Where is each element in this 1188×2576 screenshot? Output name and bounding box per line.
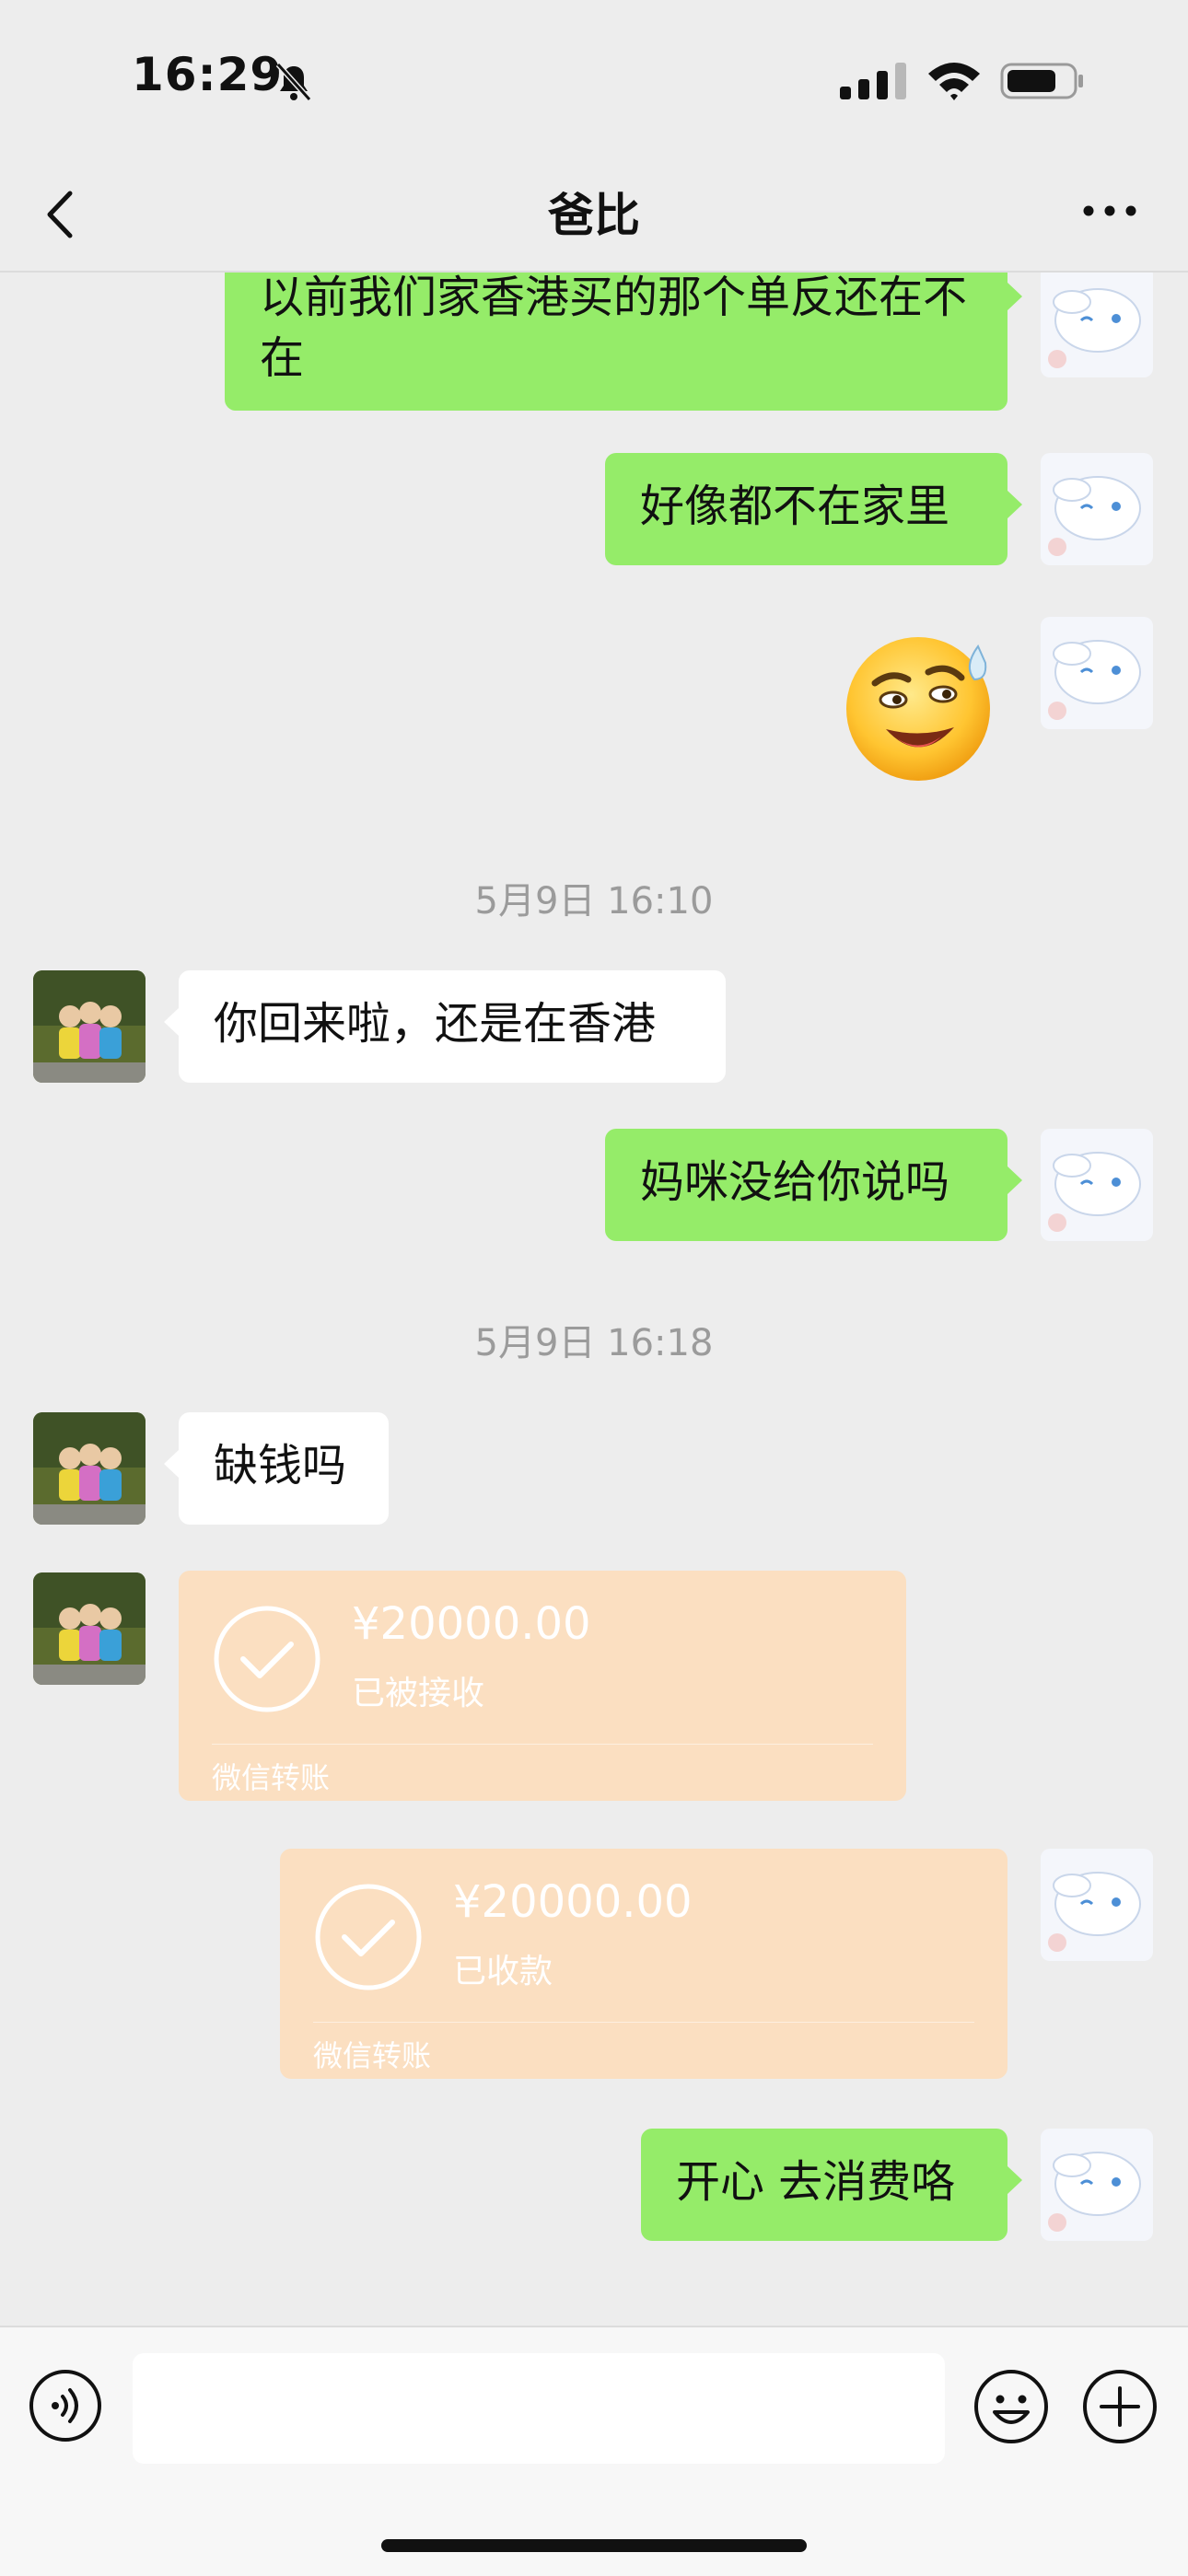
- voice-icon[interactable]: [28, 2368, 103, 2443]
- message-bubble-sent[interactable]: 开心 去消费咯: [641, 2129, 1022, 2241]
- message-text: 好像都不在家里: [640, 481, 950, 532]
- bell-muted-icon: [275, 62, 312, 102]
- check-circle-icon: [214, 1606, 320, 1712]
- chat-header: 爸比: [0, 157, 1188, 273]
- message-bubble-received[interactable]: 你回来啦，还是在香港: [164, 970, 726, 1083]
- transfer-card[interactable]: ¥20000.00 已被接收 微信转账: [179, 1571, 906, 1801]
- home-indicator: [381, 2539, 807, 2552]
- status-time: 16:29: [132, 48, 284, 101]
- message-list[interactable]: 以前我们家香港买的那个单反还在不在 好像都不在家里 5月9日 16:10 你回来…: [0, 273, 1188, 2324]
- message-text: 开心 去消费咯: [676, 2156, 956, 2208]
- transfer-amount: ¥20000.00: [453, 1876, 693, 1928]
- divider: [212, 1744, 873, 1745]
- wifi-icon: [928, 63, 980, 100]
- emoji-icon[interactable]: [973, 2368, 1050, 2445]
- message-bubble-received[interactable]: 缺钱吗: [164, 1412, 389, 1525]
- transfer-card[interactable]: ¥20000.00 已收款 微信转账: [280, 1849, 1007, 2079]
- self-avatar[interactable]: [1041, 273, 1153, 377]
- status-bar: 16:29: [0, 0, 1188, 157]
- self-avatar[interactable]: [1041, 1129, 1153, 1241]
- plus-icon[interactable]: [1081, 2368, 1159, 2445]
- divider: [313, 2022, 974, 2023]
- message-text: 缺钱吗: [214, 1440, 347, 1491]
- message-text: 妈咪没给你说吗: [640, 1156, 950, 1208]
- message-input[interactable]: [133, 2353, 945, 2464]
- self-avatar[interactable]: [1041, 1849, 1153, 1961]
- self-avatar[interactable]: [1041, 2129, 1153, 2241]
- sweat-smile-icon[interactable]: [840, 626, 996, 783]
- contact-avatar[interactable]: [33, 1572, 146, 1685]
- timestamp: 5月9日 16:10: [474, 880, 714, 922]
- transfer-status: 已收款: [453, 1953, 553, 1990]
- timestamp: 5月9日 16:18: [474, 1322, 714, 1364]
- timestamp: 星期四 15:05: [0, 2313, 1188, 2324]
- message-text: 你回来啦，还是在香港: [214, 998, 657, 1050]
- message-bubble-sent[interactable]: 妈咪没给你说吗: [605, 1129, 1022, 1241]
- contact-avatar[interactable]: [33, 1412, 146, 1525]
- transfer-label: 微信转账: [212, 1760, 331, 1795]
- more-icon[interactable]: [1079, 197, 1140, 225]
- self-avatar[interactable]: [1041, 453, 1153, 565]
- transfer-status: 已被接收: [352, 1675, 485, 1712]
- self-avatar[interactable]: [1041, 617, 1153, 729]
- message-bubble-sent[interactable]: 以前我们家香港买的那个单反还在不在: [225, 273, 1022, 411]
- message-bubble-sent[interactable]: 好像都不在家里: [605, 453, 1022, 565]
- chat-title: 爸比: [548, 189, 640, 242]
- signal-icon: [840, 63, 906, 99]
- check-circle-icon: [315, 1884, 422, 1990]
- transfer-label: 微信转账: [313, 2038, 432, 2073]
- contact-avatar[interactable]: [33, 970, 146, 1083]
- message-text: 以前我们家香港买的那个单反还在不在: [260, 273, 968, 384]
- input-bar: [0, 2326, 1188, 2576]
- transfer-amount: ¥20000.00: [352, 1598, 591, 1650]
- battery-icon: [1000, 63, 1083, 99]
